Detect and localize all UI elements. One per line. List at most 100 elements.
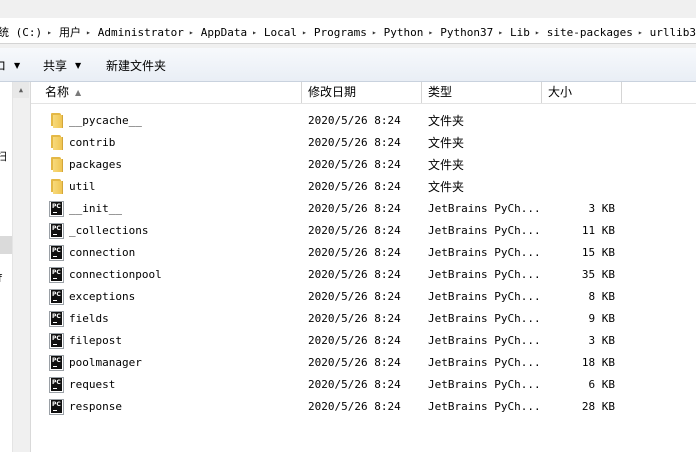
file-list[interactable]: 名称 ▲ 修改日期 类型 大小 __pycache__ 2020/5/26 8:24… (30, 82, 696, 452)
breadcrumb-segment[interactable]: Python37 ▸ (438, 26, 508, 39)
nav-scrollbar[interactable]: ▲ (12, 82, 29, 452)
scroll-up-arrow-icon[interactable]: ▲ (13, 82, 29, 98)
folder-icon (49, 113, 64, 129)
folder-icon (49, 135, 64, 151)
table-row[interactable]: contrib 2020/5/26 8:24 文件夹 (31, 132, 696, 154)
file-size (543, 154, 615, 176)
file-date: 2020/5/26 8:24 (308, 180, 401, 193)
nav-item-fragment[interactable]: 扫 (0, 148, 7, 164)
file-date: 2020/5/26 8:24 (308, 158, 401, 171)
file-type: JetBrains PyCh... (428, 334, 541, 347)
navigation-pane[interactable]: 扫 f ） (0, 82, 12, 452)
new-folder-button[interactable]: 新建文件夹 (106, 57, 166, 74)
breadcrumb: 统 (C:) ▸ 用户 ▸ Administrator ▸ AppData ▸ Local ▸ Pr… (0, 24, 696, 40)
breadcrumb-segment[interactable]: 统 (C:) ▸ (0, 24, 57, 40)
pycharm-file-icon: PC (49, 399, 64, 415)
chevron-down-icon: ▼ (14, 61, 21, 70)
file-date: 2020/5/26 8:24 (308, 136, 401, 149)
table-row[interactable]: PC request 2020/5/26 8:24 JetBrains PyCh...… (31, 374, 696, 396)
table-row[interactable]: PC response 2020/5/26 8:24 JetBrains PyCh..… (31, 396, 696, 418)
breadcrumb-segment-label: AppData (200, 25, 248, 39)
table-row[interactable]: PC filepost 2020/5/26 8:24 JetBrains PyCh..… (31, 330, 696, 352)
column-header-size-label: 大小 (548, 85, 573, 99)
column-header-name[interactable]: 名称 ▲ (31, 82, 302, 103)
breadcrumb-segment[interactable]: urllib3▸ (648, 26, 696, 39)
table-row[interactable]: packages 2020/5/26 8:24 文件夹 (31, 154, 696, 176)
file-type: JetBrains PyCh... (428, 268, 541, 281)
pycharm-file-icon: PC (49, 355, 64, 371)
table-row[interactable]: PC connectionpool 2020/5/26 8:24 JetBrains … (31, 264, 696, 286)
breadcrumb-segment[interactable]: Programs ▸ (312, 26, 382, 39)
chevron-right-icon[interactable]: ▸ (372, 28, 377, 37)
table-row[interactable]: PC _collections 2020/5/26 8:24 JetBrains Py… (31, 220, 696, 242)
chevron-right-icon[interactable]: ▸ (428, 28, 433, 37)
file-type: JetBrains PyCh... (428, 356, 541, 369)
file-date: 2020/5/26 8:24 (308, 224, 401, 237)
file-size: 3 KB (588, 334, 616, 347)
share-button[interactable]: 共享 ▼ (43, 57, 81, 74)
chevron-right-icon[interactable]: ▸ (252, 28, 257, 37)
folder-icon (49, 179, 64, 195)
chevron-right-icon[interactable]: ▸ (638, 28, 643, 37)
table-row[interactable]: PC __init__ 2020/5/26 8:24 JetBrains PyCh..… (31, 198, 696, 220)
breadcrumb-segment[interactable]: site-packages ▸ (545, 26, 648, 39)
file-size: 6 KB (588, 378, 616, 391)
breadcrumb-segment[interactable]: Lib ▸ (508, 26, 545, 39)
file-name: util (69, 180, 96, 193)
file-size (543, 132, 615, 154)
table-row[interactable]: PC fields 2020/5/26 8:24 JetBrains PyCh... 9… (31, 308, 696, 330)
file-type: 文件夹 (428, 180, 465, 194)
file-type: JetBrains PyCh... (428, 400, 541, 413)
column-header-date-label: 修改日期 (308, 85, 357, 99)
table-row[interactable]: PC poolmanager 2020/5/26 8:24 JetBrains PyC… (31, 352, 696, 374)
file-type: JetBrains PyCh... (428, 378, 541, 391)
pycharm-file-icon: PC (49, 223, 64, 239)
file-name: packages (69, 158, 122, 171)
nav-item-fragment[interactable]: ） (0, 288, 7, 304)
file-type: 文件夹 (428, 136, 465, 150)
column-header-type-label: 类型 (428, 85, 453, 99)
nav-item-fragment[interactable]: f (0, 272, 2, 285)
breadcrumb-segment-label: Python37 (440, 25, 494, 39)
chevron-right-icon[interactable]: ▸ (535, 28, 540, 37)
chevron-right-icon[interactable]: ▸ (302, 28, 307, 37)
column-header-date[interactable]: 修改日期 (302, 82, 422, 103)
breadcrumb-segment-label: Python (383, 25, 424, 39)
breadcrumb-segment-label: Local (263, 25, 298, 39)
breadcrumb-segment[interactable]: Python ▸ (382, 26, 439, 39)
table-row[interactable]: __pycache__ 2020/5/26 8:24 文件夹 (31, 110, 696, 132)
column-header-size[interactable]: 大小 (542, 82, 622, 103)
column-header-type[interactable]: 类型 (422, 82, 542, 103)
file-size: 9 KB (588, 312, 616, 325)
file-date: 2020/5/26 8:24 (308, 246, 401, 259)
table-row[interactable]: util 2020/5/26 8:24 文件夹 (31, 176, 696, 198)
file-type: 文件夹 (428, 114, 465, 128)
file-size: 28 KB (581, 400, 615, 413)
file-type: JetBrains PyCh... (428, 312, 541, 325)
file-name: poolmanager (69, 356, 142, 369)
file-size (543, 110, 615, 132)
breadcrumb-segment[interactable]: AppData ▸ (199, 26, 262, 39)
toolbar-organize-button[interactable]: ロ ▼ (0, 57, 20, 74)
chevron-right-icon[interactable]: ▸ (498, 28, 503, 37)
address-bar[interactable]: 统 (C:) ▸ 用户 ▸ Administrator ▸ AppData ▸ Local ▸ Pr… (0, 18, 696, 44)
nav-item-selected[interactable] (0, 236, 12, 254)
breadcrumb-segment[interactable]: Administrator ▸ (96, 26, 199, 39)
file-type: JetBrains PyCh... (428, 290, 541, 303)
chevron-right-icon[interactable]: ▸ (189, 28, 194, 37)
file-date: 2020/5/26 8:24 (308, 400, 401, 413)
breadcrumb-segment[interactable]: 用户 ▸ (57, 24, 96, 40)
chevron-right-icon[interactable]: ▸ (86, 28, 91, 37)
file-name: request (69, 378, 116, 391)
breadcrumb-segment[interactable]: Local ▸ (262, 26, 312, 39)
chevron-down-icon: ▼ (75, 61, 82, 70)
file-date: 2020/5/26 8:24 (308, 268, 401, 281)
file-type: 文件夹 (428, 158, 465, 172)
table-row[interactable]: PC connection 2020/5/26 8:24 JetBrains PyCh… (31, 242, 696, 264)
chevron-right-icon[interactable]: ▸ (47, 28, 52, 37)
file-size: 11 KB (581, 224, 615, 237)
file-name: connection (69, 246, 136, 259)
file-name: _collections (69, 224, 149, 237)
folder-icon (49, 157, 64, 173)
table-row[interactable]: PC exceptions 2020/5/26 8:24 JetBrains PyCh… (31, 286, 696, 308)
